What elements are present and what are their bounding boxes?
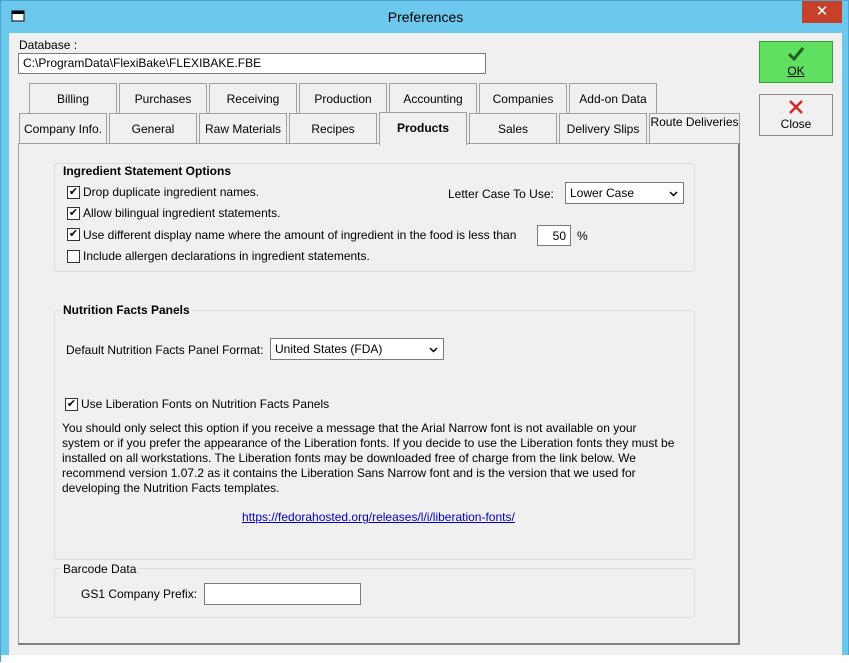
ingredient-options-title: Ingredient Statement Options bbox=[61, 164, 234, 178]
preferences-window: Preferences ✕ Database : C:\ProgramData\… bbox=[0, 0, 849, 663]
dialog-body: Database : C:\ProgramData\FlexiBake\FLEX… bbox=[9, 33, 842, 655]
tab-production[interactable]: Production bbox=[299, 83, 387, 114]
allergen-checkbox[interactable] bbox=[67, 250, 80, 263]
products-tab-panel: Ingredient Statement Options ✔ Drop dupl… bbox=[18, 143, 740, 645]
description-line-5: developing the Nutrition Facts templates… bbox=[62, 481, 280, 495]
tab-companies[interactable]: Companies bbox=[479, 83, 567, 114]
tab-recipes[interactable]: Recipes bbox=[289, 113, 377, 144]
title-bar[interactable]: Preferences ✕ bbox=[1, 1, 849, 33]
close-button[interactable]: Close bbox=[759, 94, 833, 136]
percent-unit: % bbox=[577, 229, 588, 243]
nfp-format-value: United States (FDA) bbox=[275, 342, 383, 356]
liberation-fonts-label: Use Liberation Fonts on Nutrition Facts … bbox=[81, 397, 330, 411]
chevron-down-icon bbox=[669, 191, 678, 197]
close-label: Close bbox=[780, 117, 812, 131]
bilingual-label: Allow bilingual ingredient statements. bbox=[83, 206, 281, 220]
tab-general[interactable]: General bbox=[109, 113, 197, 144]
tab-company-info[interactable]: Company Info. bbox=[19, 113, 107, 144]
check-icon bbox=[787, 47, 805, 62]
allergen-label: Include allergen declarations in ingredi… bbox=[83, 249, 370, 263]
display-name-checkbox[interactable]: ✔ bbox=[67, 228, 80, 241]
tab-add-on-data[interactable]: Add-on Data bbox=[569, 83, 657, 114]
description-line-2: system or if you prefer the appearance o… bbox=[62, 436, 675, 450]
tab-delivery-slips[interactable]: Delivery Slips bbox=[559, 113, 647, 144]
letter-case-value: Lower Case bbox=[570, 186, 635, 200]
letter-case-label: Letter Case To Use: bbox=[448, 187, 554, 201]
chevron-down-icon bbox=[429, 347, 438, 353]
window-title: Preferences bbox=[387, 9, 464, 25]
liberation-fonts-checkbox[interactable]: ✔ bbox=[65, 398, 78, 411]
tab-billing[interactable]: Billing bbox=[29, 83, 117, 114]
database-path-field[interactable]: C:\ProgramData\FlexiBake\FLEXIBAKE.FBE bbox=[18, 53, 486, 74]
liberation-fonts-link[interactable]: https://fedorahosted.org/releases/l/i/li… bbox=[242, 510, 515, 524]
tab-receiving[interactable]: Receiving bbox=[209, 83, 297, 114]
tab-accounting[interactable]: Accounting bbox=[389, 83, 477, 114]
display-name-label: Use different display name where the amo… bbox=[83, 228, 517, 242]
tab-raw-materials[interactable]: Raw Materials bbox=[199, 113, 287, 144]
drop-duplicates-checkbox[interactable]: ✔ bbox=[67, 186, 80, 199]
description-line-4: recommend version 1.07.2 as it contains … bbox=[62, 466, 636, 480]
tab-products[interactable]: Products bbox=[379, 112, 467, 145]
database-label: Database : bbox=[19, 38, 78, 52]
nfp-format-select[interactable]: United States (FDA) bbox=[270, 338, 444, 360]
gs1-prefix-label: GS1 Company Prefix: bbox=[81, 587, 198, 601]
display-name-threshold-input[interactable]: 50 bbox=[537, 225, 571, 246]
barcode-data-title: Barcode Data bbox=[61, 562, 139, 576]
gs1-prefix-input[interactable] bbox=[204, 583, 361, 605]
bilingual-checkbox[interactable]: ✔ bbox=[67, 207, 80, 220]
x-icon bbox=[789, 100, 803, 114]
window-close-button[interactable]: ✕ bbox=[802, 1, 842, 23]
tab-sales[interactable]: Sales bbox=[469, 113, 557, 144]
letter-case-select[interactable]: Lower Case bbox=[565, 182, 684, 204]
ok-label: OK bbox=[787, 64, 805, 78]
description-line-1: You should only select this option if yo… bbox=[62, 421, 637, 435]
tab-purchases[interactable]: Purchases bbox=[119, 83, 207, 114]
drop-duplicates-label: Drop duplicate ingredient names. bbox=[83, 185, 260, 199]
description-line-3: installed on all workstations. The Liber… bbox=[62, 451, 636, 465]
tab-route-deliveries[interactable]: Route Deliveries bbox=[649, 113, 740, 144]
nutrition-facts-title: Nutrition Facts Panels bbox=[61, 303, 192, 317]
ok-button[interactable]: OK bbox=[759, 41, 833, 83]
nfp-format-label: Default Nutrition Facts Panel Format: bbox=[66, 343, 264, 357]
liberation-fonts-description: You should only select this option if yo… bbox=[62, 421, 692, 496]
